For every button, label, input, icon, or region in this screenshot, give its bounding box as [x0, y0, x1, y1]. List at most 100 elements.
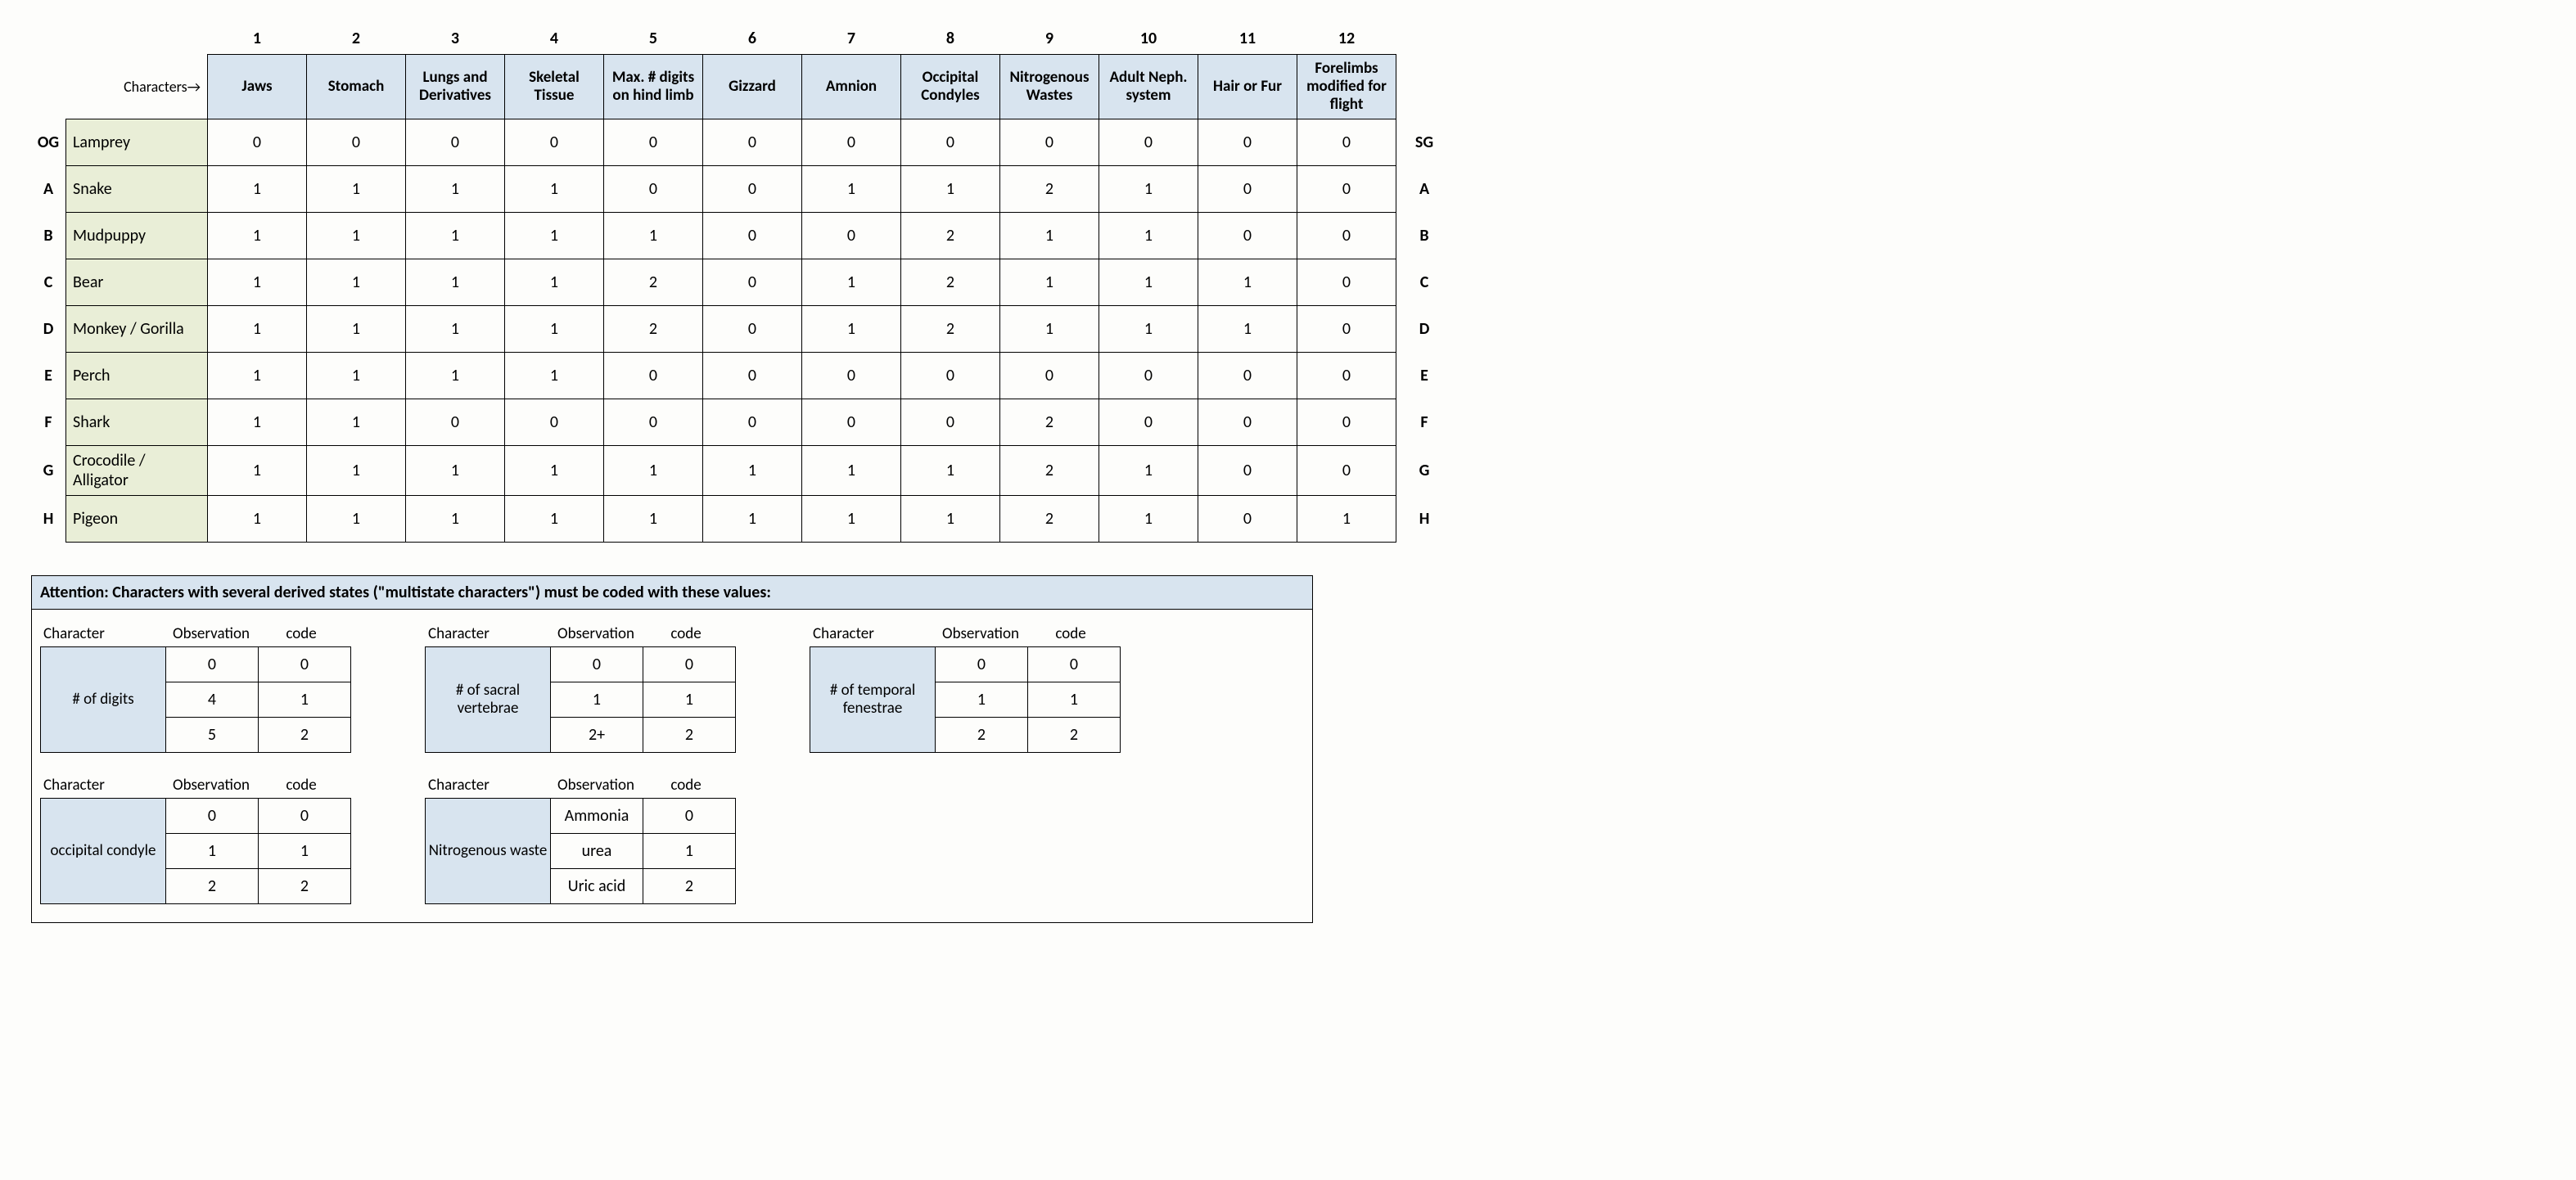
coding-observation: 0 [166, 798, 259, 833]
col-num: 4 [505, 23, 604, 55]
data-cell: 0 [1297, 305, 1396, 352]
data-cell: 1 [505, 352, 604, 399]
data-cell: 0 [1198, 212, 1297, 259]
data-cell: 1 [1099, 495, 1198, 542]
row-code-left: OG [31, 119, 66, 165]
coding-observation: 1 [551, 682, 643, 717]
data-cell: 1 [1297, 495, 1396, 542]
data-cell: 0 [604, 119, 703, 165]
coding-observation: 0 [166, 646, 259, 682]
taxon-name: Pigeon [66, 495, 208, 542]
data-cell: 0 [1297, 165, 1396, 212]
data-cell: 0 [406, 119, 505, 165]
data-cell: 0 [1297, 212, 1396, 259]
coding-table-headers: CharacterObservationcode [810, 624, 1121, 643]
data-cell: 1 [703, 495, 802, 542]
data-cell: 0 [1297, 399, 1396, 445]
coding-code: 0 [643, 798, 736, 833]
table-row: CBear111120121110C [31, 259, 1444, 305]
data-cell: 1 [505, 305, 604, 352]
data-cell: 1 [307, 212, 406, 259]
data-cell: 1 [604, 445, 703, 495]
data-cell: 0 [901, 399, 1000, 445]
coding-header-label: Observation [166, 624, 256, 643]
row-code-right: F [1396, 399, 1445, 445]
coding-table: CharacterObservationcode# of sacral vert… [425, 624, 736, 753]
coding-code: 2 [643, 717, 736, 752]
row-code-left: A [31, 165, 66, 212]
col-header: Skeletal Tissue [505, 55, 604, 119]
col-header: Gizzard [703, 55, 802, 119]
table-row: GCrocodile / Alligator111111112100G [31, 445, 1444, 495]
taxon-name: Bear [66, 259, 208, 305]
coding-observation: 1 [936, 682, 1028, 717]
table-row: BMudpuppy111110021100B [31, 212, 1444, 259]
data-cell: 0 [604, 352, 703, 399]
coding-table-headers: CharacterObservationcode [425, 624, 736, 643]
col-num: 5 [604, 23, 703, 55]
data-cell: 1 [604, 495, 703, 542]
coding-character-name: # of digits [41, 646, 166, 752]
data-cell: 1 [505, 165, 604, 212]
data-cell: 0 [1000, 352, 1099, 399]
row-code-right: A [1396, 165, 1445, 212]
col-num: 2 [307, 23, 406, 55]
data-cell: 1 [307, 445, 406, 495]
data-cell: 0 [505, 399, 604, 445]
data-cell: 2 [1000, 399, 1099, 445]
row-code-right: D [1396, 305, 1445, 352]
coding-observation: 2 [166, 868, 259, 903]
data-cell: 2 [901, 305, 1000, 352]
data-cell: 1 [307, 305, 406, 352]
coding-header-label: Observation [551, 776, 641, 795]
taxon-name: Perch [66, 352, 208, 399]
data-cell: 1 [1099, 212, 1198, 259]
data-cell: 2 [1000, 445, 1099, 495]
coding-row: CharacterObservationcode# of digits00415… [32, 610, 1312, 761]
coding-header-label: Character [40, 776, 166, 795]
data-cell: 2 [1000, 495, 1099, 542]
data-cell: 2 [1000, 165, 1099, 212]
data-cell: 1 [406, 445, 505, 495]
data-cell: 1 [406, 259, 505, 305]
coding-row: CharacterObservationcodeoccipital condyl… [32, 761, 1312, 912]
col-header: Max. # digits on hind limb [604, 55, 703, 119]
data-cell: 2 [901, 259, 1000, 305]
data-cell: 1 [208, 495, 307, 542]
data-cell: 0 [1000, 119, 1099, 165]
coding-header-label: Observation [936, 624, 1026, 643]
coding-header-label: Character [425, 624, 551, 643]
coding-code: 1 [259, 682, 351, 717]
data-cell: 1 [802, 165, 901, 212]
taxon-name: Mudpuppy [66, 212, 208, 259]
data-cell: 2 [604, 305, 703, 352]
table-row: OGLamprey000000000000SG [31, 119, 1444, 165]
data-cell: 1 [901, 495, 1000, 542]
coding-code: 0 [1028, 646, 1121, 682]
data-cell: 1 [406, 165, 505, 212]
attention-title: Attention: Characters with several deriv… [32, 576, 1312, 610]
coding-code: 2 [259, 868, 351, 903]
coding-table-headers: CharacterObservationcode [425, 776, 736, 795]
column-number-row: 1 2 3 4 5 6 7 8 9 10 11 12 [31, 23, 1444, 55]
data-cell: 0 [703, 399, 802, 445]
data-cell: 1 [307, 165, 406, 212]
col-num: 7 [802, 23, 901, 55]
coding-code: 1 [643, 682, 736, 717]
row-code-right: G [1396, 445, 1445, 495]
data-cell: 0 [1099, 352, 1198, 399]
coding-table: CharacterObservationcode# of temporal fe… [810, 624, 1121, 753]
row-code-right: E [1396, 352, 1445, 399]
col-num: 3 [406, 23, 505, 55]
coding-code: 2 [643, 868, 736, 903]
data-cell: 1 [901, 445, 1000, 495]
data-cell: 2 [604, 259, 703, 305]
data-cell: 1 [505, 445, 604, 495]
coding-observation: 1 [166, 833, 259, 868]
row-code-left: G [31, 445, 66, 495]
coding-header-label: code [641, 624, 731, 643]
data-cell: 0 [1198, 399, 1297, 445]
data-cell: 1 [208, 399, 307, 445]
data-cell: 1 [208, 305, 307, 352]
col-header: Amnion [802, 55, 901, 119]
